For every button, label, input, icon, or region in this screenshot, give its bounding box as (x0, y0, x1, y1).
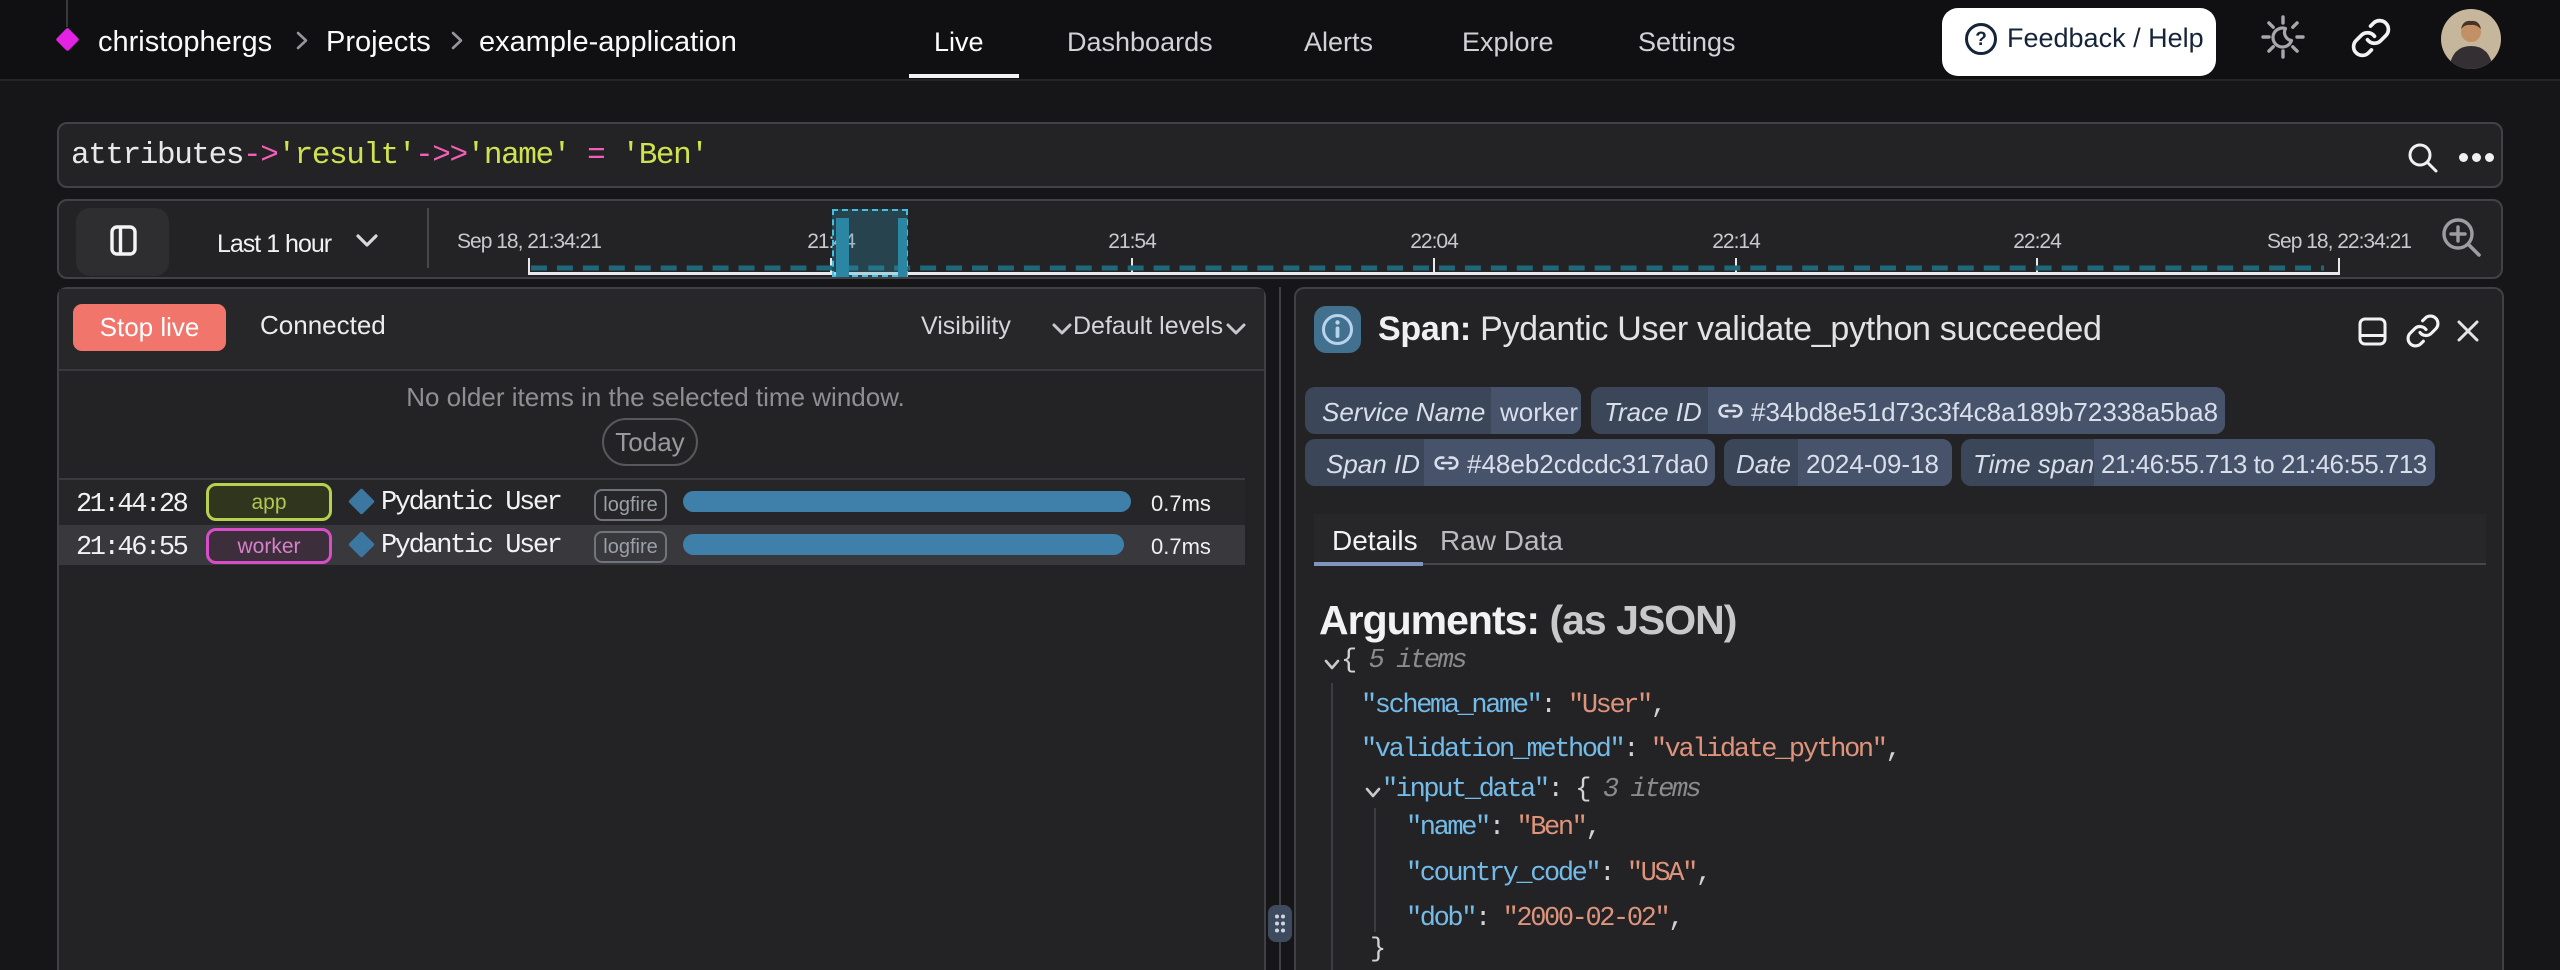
svg-text:?: ? (1975, 29, 1987, 50)
